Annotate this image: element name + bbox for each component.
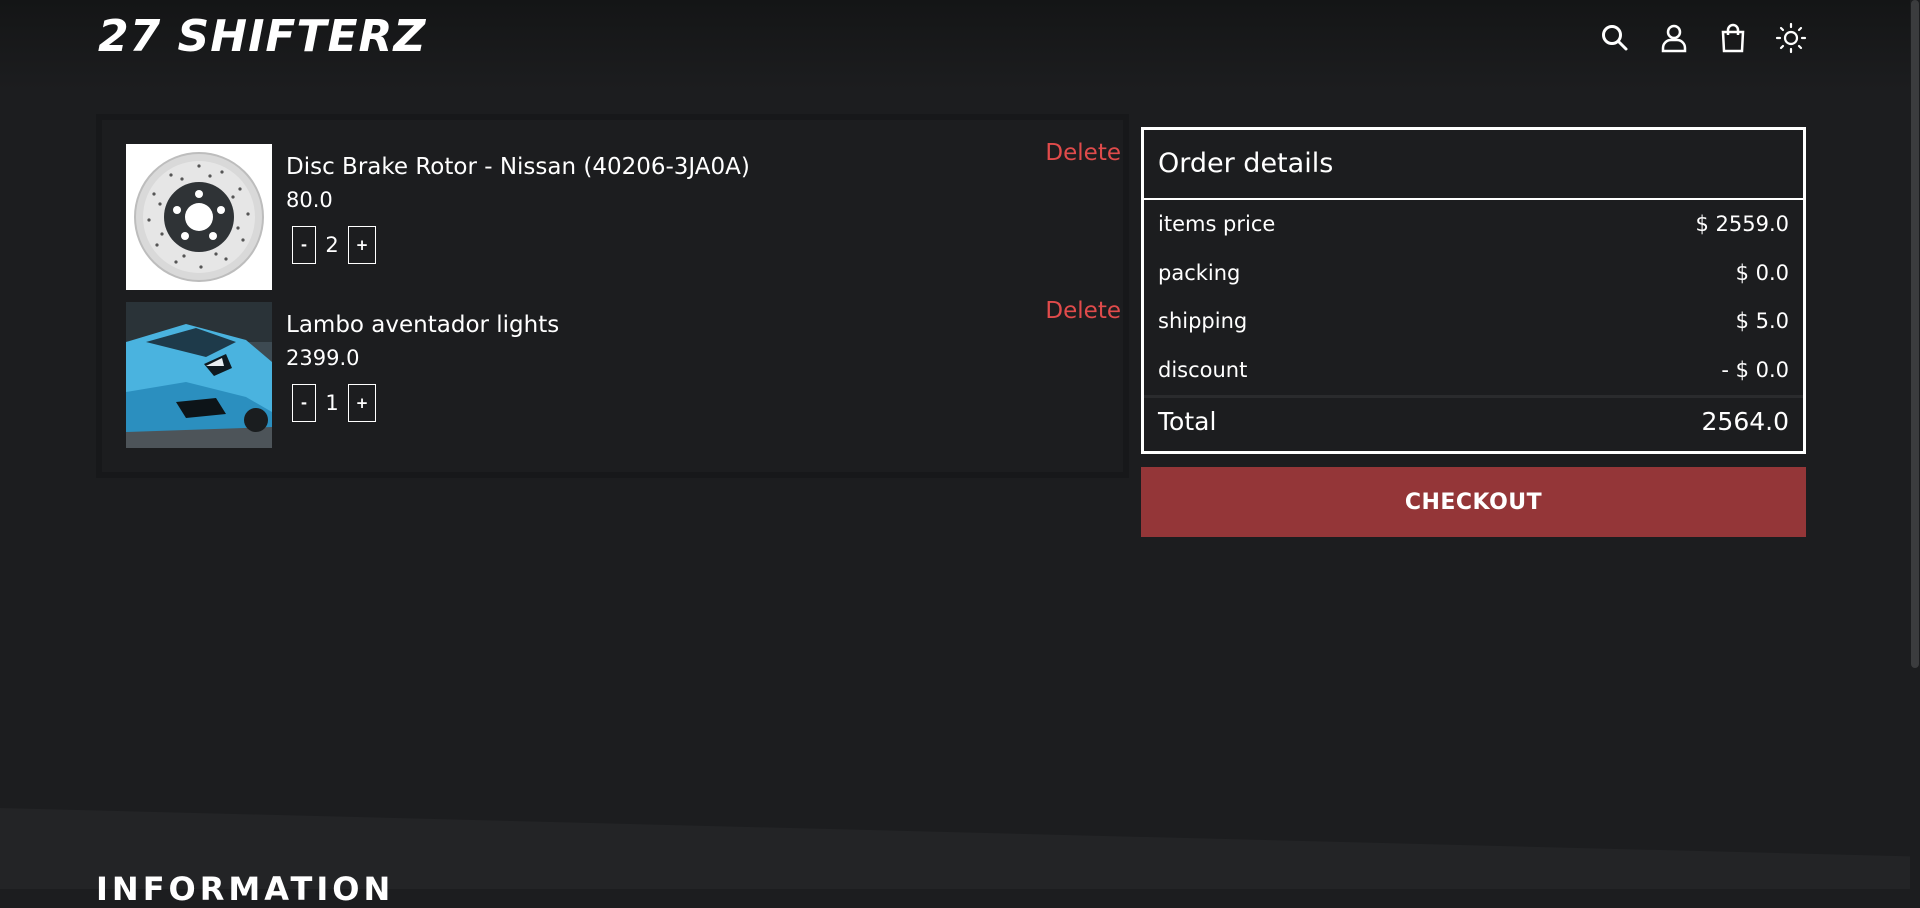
decrease-quantity-button[interactable]: - (292, 384, 316, 422)
increase-quantity-button[interactable]: + (348, 384, 376, 422)
shopping-bag-icon[interactable] (1713, 18, 1753, 58)
user-icon[interactable] (1654, 18, 1694, 58)
order-details-title: Order details (1158, 148, 1334, 179)
cart-item-name: Disc Brake Rotor - Nissan (40206-3JA0A) (286, 154, 750, 180)
quantity-value: 1 (325, 391, 339, 415)
quantity-stepper: - 2 + (292, 226, 376, 264)
order-row-label: shipping (1158, 309, 1248, 333)
cart-item-price: 2399.0 (286, 346, 360, 370)
page-scrollbar[interactable] (1910, 0, 1920, 889)
order-details-panel: Order details items price $ 2559.0 packi… (1141, 127, 1806, 454)
disc-brake-rotor-image (126, 144, 272, 290)
order-row-value: - $ 0.0 (1721, 358, 1789, 382)
footer-information-heading: INFORMATION (96, 870, 395, 908)
order-row-discount: discount - $ 0.0 (1158, 358, 1789, 382)
delete-item-link[interactable]: Delete (1045, 298, 1121, 324)
checkout-button[interactable]: CHECKOUT (1141, 467, 1806, 537)
order-row-value: $ 5.0 (1735, 309, 1789, 333)
cart-item-price: 80.0 (286, 188, 333, 212)
site-header: 27 SHIFTERZ (0, 0, 1920, 90)
order-total-label: Total (1158, 407, 1217, 436)
increase-quantity-button[interactable]: + (348, 226, 376, 264)
order-row-label: discount (1158, 358, 1248, 382)
order-total-divider (1144, 395, 1803, 398)
order-total-value: 2564.0 (1701, 407, 1789, 436)
order-row-value: $ 0.0 (1735, 261, 1789, 285)
sun-icon[interactable] (1771, 18, 1811, 58)
quantity-value: 2 (325, 233, 339, 257)
site-logo[interactable]: 27 SHIFTERZ (98, 8, 426, 64)
order-row-items-price: items price $ 2559.0 (1158, 212, 1789, 236)
cart-items-panel: Disc Brake Rotor - Nissan (40206-3JA0A) … (96, 114, 1129, 478)
order-row-packing: packing $ 0.0 (1158, 261, 1789, 285)
order-details-divider (1144, 198, 1803, 200)
cart-item-name: Lambo aventador lights (286, 312, 560, 338)
order-row-shipping: shipping $ 5.0 (1158, 309, 1789, 333)
delete-item-link[interactable]: Delete (1045, 140, 1121, 166)
decrease-quantity-button[interactable]: - (292, 226, 316, 264)
quantity-stepper: - 1 + (292, 384, 376, 422)
blue-lamborghini-image (126, 302, 272, 448)
cart-item: Lambo aventador lights 2399.0 - 1 + Dele… (126, 298, 1126, 448)
order-row-label: packing (1158, 261, 1241, 285)
cart-item: Disc Brake Rotor - Nissan (40206-3JA0A) … (126, 140, 1126, 290)
scrollbar-thumb[interactable] (1911, 0, 1919, 668)
order-row-value: $ 2559.0 (1695, 212, 1789, 236)
search-icon[interactable] (1595, 18, 1635, 58)
order-row-label: items price (1158, 212, 1276, 236)
order-total-row: Total 2564.0 (1158, 407, 1789, 436)
